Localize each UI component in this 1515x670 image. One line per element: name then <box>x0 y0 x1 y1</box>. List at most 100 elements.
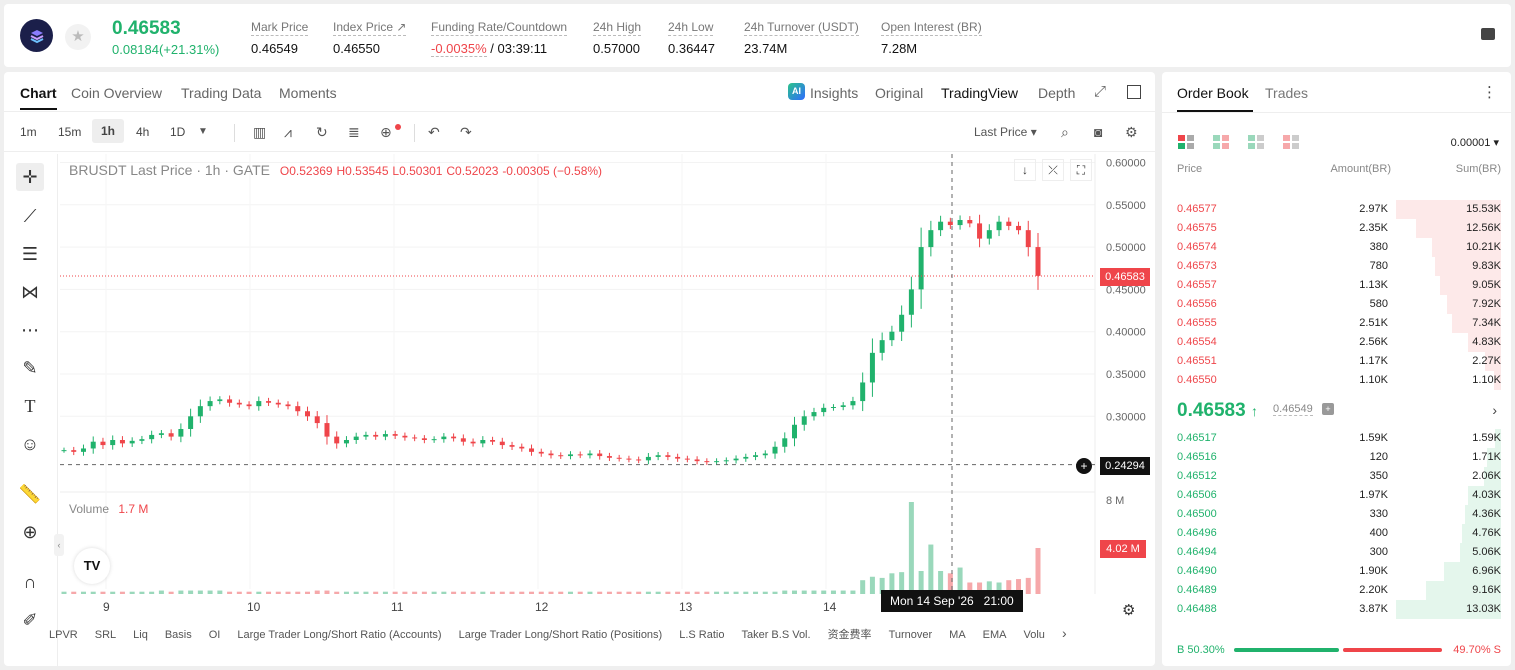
indicator-link[interactable]: Basis <box>165 629 192 641</box>
add-indicator-icon[interactable]: ⊕ <box>380 124 392 141</box>
bid-row[interactable]: 0.46517 1.59K 1.59K <box>1162 429 1511 448</box>
view-asks-icon[interactable] <box>1283 135 1299 149</box>
scroll-down-icon[interactable]: ↓ <box>1014 159 1036 181</box>
bid-row[interactable]: 0.46512 350 2.06K <box>1162 467 1511 486</box>
stat-index-price[interactable]: Index Price ↗ 0.46550 <box>333 18 407 56</box>
trend-line-icon[interactable]: ⟋ <box>16 202 44 230</box>
bid-row[interactable]: 0.46489 2.20K 9.16K <box>1162 581 1511 600</box>
ask-row[interactable]: 0.46556 580 7.92K <box>1162 295 1511 314</box>
timeframe-1m[interactable]: 1m <box>20 125 37 139</box>
row-price: 0.46574 <box>1177 241 1217 253</box>
view-both-icon[interactable] <box>1178 135 1194 149</box>
indicator-link[interactable]: SRL <box>95 629 116 641</box>
chart-settings-icon[interactable]: ⚙ <box>1122 601 1135 619</box>
tab-original[interactable]: Original <box>875 85 923 101</box>
ask-row[interactable]: 0.46554 2.56K 4.83K <box>1162 333 1511 352</box>
indicator-link[interactable]: Volu <box>1024 629 1045 641</box>
indicator-link[interactable]: Taker B.S Vol. <box>741 629 810 641</box>
magnet-icon[interactable]: ∩ <box>16 568 44 596</box>
timeframe-dropdown-icon[interactable]: ▼ <box>198 126 208 137</box>
search-icon[interactable]: ⌕ <box>1061 124 1069 141</box>
indicator-link[interactable]: MA <box>949 629 966 641</box>
precision-select[interactable]: 0.00001 ▾ <box>1451 136 1499 149</box>
volume-bar <box>821 590 827 594</box>
indicator-link[interactable]: L.S Ratio <box>679 629 724 641</box>
fib-icon[interactable]: ⋯ <box>16 316 44 344</box>
indicators-icon[interactable]: ⩘ <box>284 124 292 141</box>
collapse-icon[interactable]: ⤫ <box>1042 159 1064 181</box>
indicator-link[interactable]: LPVR <box>49 629 78 641</box>
bid-row[interactable]: 0.46488 3.87K 13.03K <box>1162 600 1511 619</box>
indicator-link[interactable]: Liq <box>133 629 148 641</box>
tab-chart[interactable]: Chart <box>20 85 57 110</box>
camera-icon[interactable]: ◙ <box>1094 124 1102 140</box>
undo-icon[interactable]: ↶ <box>428 124 440 141</box>
indicator-link[interactable]: 资金费率 <box>828 629 872 641</box>
row-sum: 7.34K <box>1472 317 1501 329</box>
tab-moments[interactable]: Moments <box>279 85 337 101</box>
ask-row[interactable]: 0.46555 2.51K 7.34K <box>1162 314 1511 333</box>
tab-trading-data[interactable]: Trading Data <box>181 85 261 101</box>
guide-book-icon[interactable] <box>1481 28 1495 40</box>
pencil-lock-icon[interactable]: ✐ <box>16 606 44 634</box>
text-tool-icon[interactable]: T <box>16 392 44 420</box>
redo-icon[interactable]: ↷ <box>460 124 472 141</box>
tradingview-logo[interactable]: TV <box>74 548 110 584</box>
fullscreen-icon[interactable]: ⛶ <box>1070 159 1092 181</box>
zoom-in-icon[interactable]: ⊕ <box>16 518 44 546</box>
view-bids-icon[interactable] <box>1248 135 1264 149</box>
expand-icon[interactable]: ⤢ <box>1094 83 1106 100</box>
ruler-icon[interactable]: 📏 <box>16 480 44 508</box>
replay-icon[interactable]: ↻ <box>316 124 328 141</box>
timeframe-1d[interactable]: 1D <box>170 125 185 139</box>
tab-depth[interactable]: Depth <box>1038 85 1075 101</box>
bid-row[interactable]: 0.46494 300 5.06K <box>1162 543 1511 562</box>
tab-tradingview[interactable]: TradingView <box>941 85 1018 101</box>
price-chart[interactable]: 0.60000 0.55000 0.50000 0.45000 0.40000 0.350… <box>54 154 1155 666</box>
indicator-link[interactable]: Large Trader Long/Short Ratio (Accounts) <box>237 629 441 641</box>
templates-icon[interactable]: ≣ <box>348 124 360 141</box>
timeframe-15m[interactable]: 15m <box>58 125 81 139</box>
bid-row[interactable]: 0.46490 1.90K 6.96K <box>1162 562 1511 581</box>
pattern-icon[interactable]: ⋈ <box>16 278 44 306</box>
collapse-sidebar-icon[interactable]: ‹ <box>54 534 64 556</box>
timeframe-1h[interactable]: 1h <box>92 119 125 143</box>
add-alert-icon[interactable]: + <box>1076 458 1092 474</box>
ask-row[interactable]: 0.46573 780 9.83K <box>1162 257 1511 276</box>
tab-coin-overview[interactable]: Coin Overview <box>71 85 162 101</box>
favorite-star-icon[interactable]: ★ <box>65 24 91 50</box>
window-icon[interactable] <box>1127 85 1141 99</box>
indicator-link[interactable]: Large Trader Long/Short Ratio (Positions… <box>459 629 663 641</box>
volume-bar <box>353 591 359 594</box>
timeframe-4h[interactable]: 4h <box>136 125 149 139</box>
tab-trades[interactable]: Trades <box>1265 85 1308 101</box>
brush-icon[interactable]: ✎ <box>16 354 44 382</box>
emoji-icon[interactable]: ☺ <box>16 430 44 458</box>
more-options-icon[interactable]: ⋮ <box>1482 83 1497 101</box>
ask-row[interactable]: 0.46574 380 10.21K <box>1162 238 1511 257</box>
bid-row[interactable]: 0.46496 400 4.76K <box>1162 524 1511 543</box>
chevron-right-icon[interactable]: › <box>1492 402 1497 418</box>
tab-insights[interactable]: Insights <box>810 85 858 101</box>
ask-row[interactable]: 0.46575 2.35K 12.56K <box>1162 219 1511 238</box>
indicator-link[interactable]: Turnover <box>889 629 933 641</box>
crosshair-icon[interactable]: ✛ <box>16 163 44 191</box>
settings-gear-icon[interactable]: ⚙ <box>1125 124 1138 141</box>
view-both-alt-icon[interactable] <box>1213 135 1229 149</box>
ask-row[interactable]: 0.46550 1.10K 1.10K <box>1162 371 1511 390</box>
candle-body <box>509 445 515 447</box>
price-mode-select[interactable]: Last Price ▾ <box>974 125 1037 139</box>
candle-type-icon[interactable]: ▥ <box>253 124 266 141</box>
tab-order-book[interactable]: Order Book <box>1177 85 1249 101</box>
bid-row[interactable]: 0.46506 1.97K 4.03K <box>1162 486 1511 505</box>
ask-row[interactable]: 0.46577 2.97K 15.53K <box>1162 200 1511 219</box>
candle-body <box>529 448 535 452</box>
bid-row[interactable]: 0.46500 330 4.36K <box>1162 505 1511 524</box>
bid-row[interactable]: 0.46516 120 1.71K <box>1162 448 1511 467</box>
ask-row[interactable]: 0.46551 1.17K 2.27K <box>1162 352 1511 371</box>
chevron-right-icon[interactable]: › <box>1062 625 1067 641</box>
indicator-link[interactable]: OI <box>209 629 221 641</box>
indicator-link[interactable]: EMA <box>983 629 1007 641</box>
horizontal-lines-icon[interactable]: ☰ <box>16 240 44 268</box>
ask-row[interactable]: 0.46557 1.13K 9.05K <box>1162 276 1511 295</box>
